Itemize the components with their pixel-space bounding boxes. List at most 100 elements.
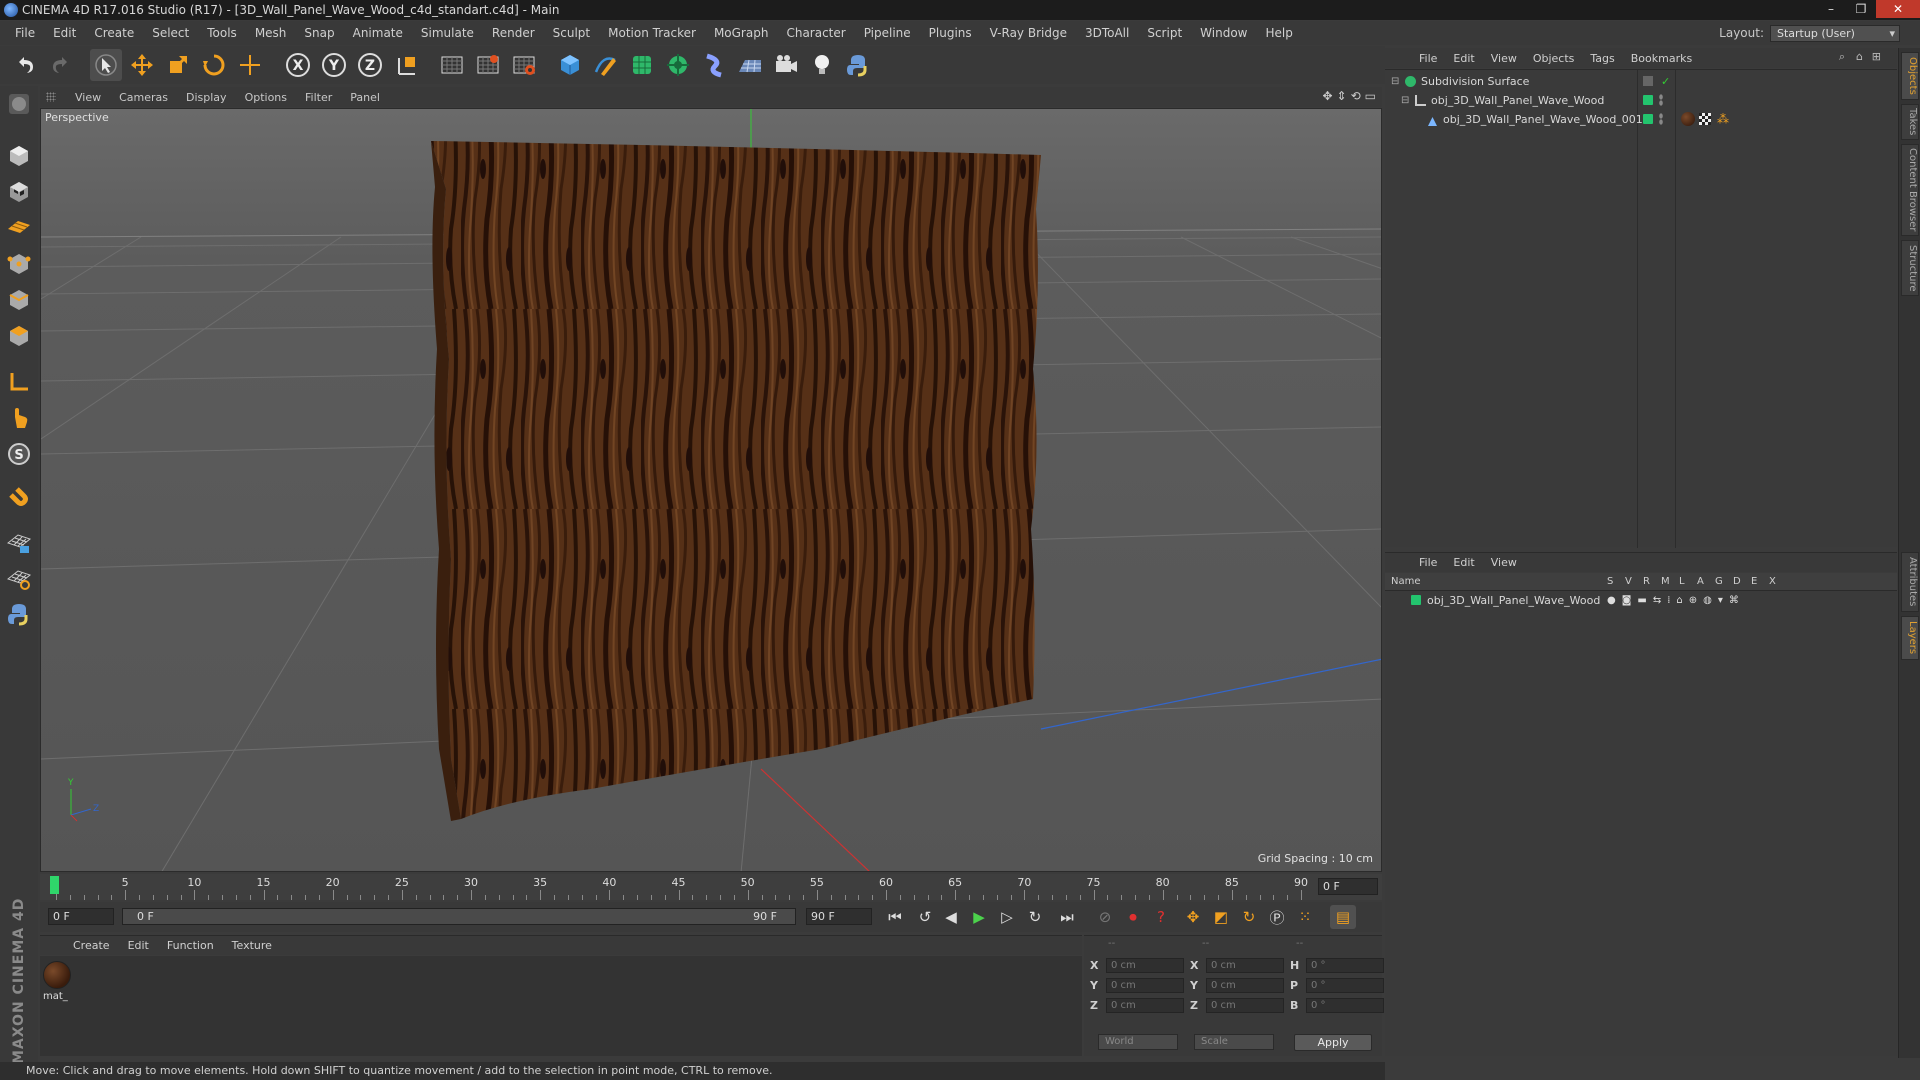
model-mode-icon[interactable] xyxy=(3,140,35,172)
go-to-end-icon[interactable]: ⏭ xyxy=(1054,905,1080,929)
deformer-icon[interactable] xyxy=(698,49,730,81)
record-keys-icon[interactable]: ⊘ xyxy=(1092,905,1118,929)
tab-attributes[interactable]: Attributes xyxy=(1901,552,1919,612)
tweak-mode-icon[interactable] xyxy=(3,402,35,434)
menu-sculpt[interactable]: Sculpt xyxy=(544,21,599,45)
rotation-key-icon[interactable]: ↻ xyxy=(1236,905,1262,929)
menu-character[interactable]: Character xyxy=(777,21,854,45)
material-menu-function[interactable]: Function xyxy=(158,939,223,952)
tab-structure[interactable]: Structure xyxy=(1901,240,1919,296)
autokey-icon[interactable]: ⏺ xyxy=(1120,905,1146,929)
layer-col-e[interactable]: E xyxy=(1751,573,1757,591)
point-level-key-icon[interactable]: ⁙ xyxy=(1292,905,1318,929)
visibility-dots-icon[interactable] xyxy=(1659,94,1663,106)
make-editable-icon[interactable] xyxy=(3,88,35,120)
go-to-start-icon[interactable]: ⏮ xyxy=(882,905,908,929)
viewport-menu-view[interactable]: View xyxy=(66,91,110,104)
layer-col-l[interactable]: L xyxy=(1679,573,1685,591)
menu-vray-bridge[interactable]: V-Ray Bridge xyxy=(981,21,1076,45)
tab-layers[interactable]: Layers xyxy=(1901,616,1919,660)
layer-menu-file[interactable]: File xyxy=(1411,556,1445,569)
object-menu-bookmarks[interactable]: Bookmarks xyxy=(1623,52,1700,65)
zoom-view-icon[interactable]: ⇕ xyxy=(1337,89,1347,103)
minimize-button[interactable]: – xyxy=(1816,0,1846,18)
object-row[interactable]: ⊟ obj_3D_Wall_Panel_Wave_Wood xyxy=(1385,91,1897,110)
next-frame-icon[interactable]: ▷ xyxy=(994,905,1020,929)
timeline[interactable]: 051015202530354045505560657075808590 0 F xyxy=(40,874,1382,900)
coordinate-system-icon[interactable] xyxy=(392,49,424,81)
tab-objects[interactable]: Objects xyxy=(1901,52,1919,100)
workplane-icon[interactable] xyxy=(3,210,35,242)
texture-tag-icon[interactable] xyxy=(1699,113,1711,125)
floor-icon[interactable] xyxy=(734,49,766,81)
next-key-icon[interactable]: ↻ xyxy=(1022,905,1048,929)
menu-animate[interactable]: Animate xyxy=(344,21,412,45)
material-menu-create[interactable]: Create xyxy=(64,939,119,952)
object-row[interactable]: ⊟ Subdivision Surface ✓ xyxy=(1385,72,1897,91)
timeline-window-icon[interactable]: ▤ xyxy=(1330,905,1356,929)
keyframe-selection-icon[interactable]: ? xyxy=(1148,905,1174,929)
move-axis-icon[interactable] xyxy=(234,49,266,81)
menu-select[interactable]: Select xyxy=(143,21,198,45)
position-x-field[interactable]: 0 cm xyxy=(1106,957,1184,973)
search-icon[interactable]: ⌕ xyxy=(1839,50,1845,64)
menu-motion-tracker[interactable]: Motion Tracker xyxy=(599,21,705,45)
object-menu-file[interactable]: File xyxy=(1411,52,1445,65)
locked-workplane-icon[interactable] xyxy=(3,526,35,558)
menu-mesh[interactable]: Mesh xyxy=(246,21,296,45)
object-menu-view[interactable]: View xyxy=(1483,52,1525,65)
tab-content-browser[interactable]: Content Browser xyxy=(1901,144,1919,236)
object-menu-objects[interactable]: Objects xyxy=(1525,52,1583,65)
collapse-icon[interactable]: ⊟ xyxy=(1391,72,1399,91)
light-icon[interactable] xyxy=(806,49,838,81)
z-axis-icon[interactable]: Z xyxy=(354,49,386,81)
undo-icon[interactable] xyxy=(10,49,42,81)
menu-create[interactable]: Create xyxy=(85,21,143,45)
python-icon[interactable] xyxy=(842,49,874,81)
menu-snap[interactable]: Snap xyxy=(295,21,343,45)
python-script-icon[interactable] xyxy=(3,598,35,630)
size-z-field[interactable]: 0 cm xyxy=(1206,997,1284,1013)
home-icon[interactable]: ⌂ xyxy=(1856,50,1863,63)
previous-key-icon[interactable]: ↺ xyxy=(912,905,938,929)
snap-icon[interactable]: S xyxy=(3,438,35,470)
collapse-icon[interactable]: ⊟ xyxy=(1401,91,1409,110)
viewport-menu-options[interactable]: Options xyxy=(236,91,296,104)
render-picture-viewer-icon[interactable] xyxy=(472,49,504,81)
viewport-menu-display[interactable]: Display xyxy=(177,91,236,104)
menu-help[interactable]: Help xyxy=(1256,21,1301,45)
layer-col-x[interactable]: X xyxy=(1769,573,1776,591)
planar-workplane-icon[interactable] xyxy=(3,562,35,594)
pan-view-icon[interactable]: ✥ xyxy=(1322,89,1332,103)
current-frame-field[interactable]: 0 F xyxy=(1318,878,1378,895)
menu-file[interactable]: File xyxy=(6,21,44,45)
menu-simulate[interactable]: Simulate xyxy=(412,21,483,45)
size-y-field[interactable]: 0 cm xyxy=(1206,977,1284,993)
apply-button[interactable]: Apply xyxy=(1294,1034,1372,1051)
edit-render-settings-icon[interactable] xyxy=(508,49,540,81)
menu-window[interactable]: Window xyxy=(1191,21,1256,45)
render-view-icon[interactable] xyxy=(436,49,468,81)
object-row[interactable]: obj_3D_Wall_Panel_Wave_Wood_001 ⁂ xyxy=(1385,110,1897,129)
magnet-icon[interactable] xyxy=(3,484,35,516)
start-frame-field[interactable]: 0 F xyxy=(48,908,114,925)
axis-mode-icon[interactable] xyxy=(3,366,35,398)
new-panel-icon[interactable]: ⊞ xyxy=(1872,50,1881,63)
material-preview[interactable] xyxy=(43,961,71,989)
previous-frame-icon[interactable]: ◀ xyxy=(938,905,964,929)
rotate-view-icon[interactable]: ⟲ xyxy=(1351,89,1361,103)
tab-takes[interactable]: Takes xyxy=(1901,104,1919,140)
layer-menu-view[interactable]: View xyxy=(1483,556,1525,569)
close-button[interactable]: ✕ xyxy=(1876,0,1920,18)
polygons-mode-icon[interactable] xyxy=(3,320,35,352)
pen-spline-icon[interactable] xyxy=(590,49,622,81)
layer-col-r[interactable]: R xyxy=(1643,573,1650,591)
layer-col-a[interactable]: A xyxy=(1697,573,1704,591)
material-tag-icon[interactable] xyxy=(1681,112,1695,126)
layer-color-chip[interactable] xyxy=(1411,595,1421,605)
visibility-dots-icon[interactable] xyxy=(1659,113,1663,125)
layer-toggle-icons[interactable]: ●◙▬⇆⁞⌂⊕◍▾⌘ xyxy=(1607,591,1745,610)
playhead[interactable] xyxy=(50,876,59,894)
camera-icon[interactable] xyxy=(770,49,802,81)
menu-tools[interactable]: Tools xyxy=(198,21,246,45)
